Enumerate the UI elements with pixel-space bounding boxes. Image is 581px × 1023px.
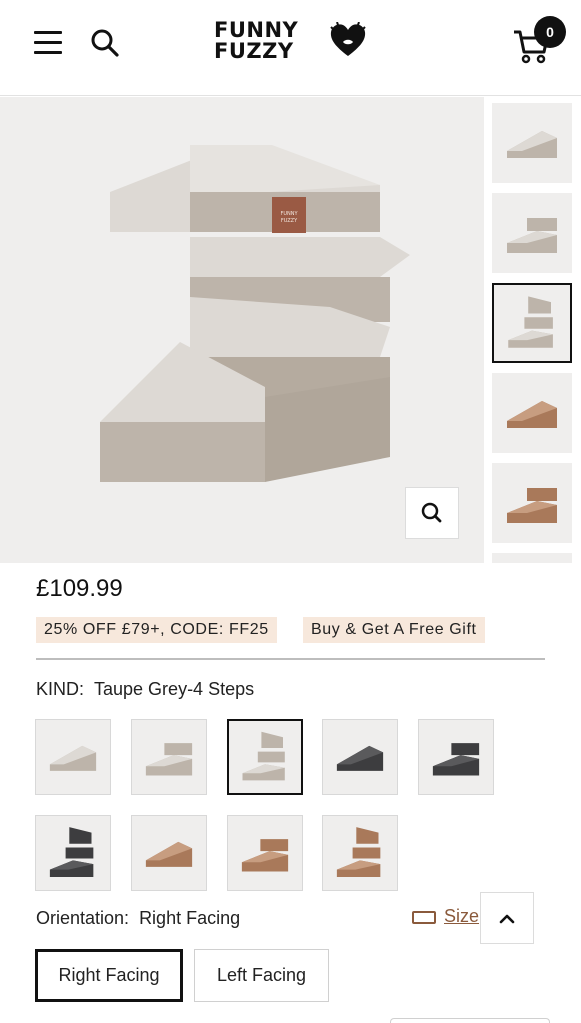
promo-code-badge: 25% OFF £79+, CODE: FF25 — [36, 617, 277, 643]
kind-swatch-taupe-3[interactable] — [131, 719, 207, 795]
kind-swatch-brown-3[interactable] — [227, 815, 303, 891]
kind-selected-value: Taupe Grey-4 Steps — [94, 679, 255, 699]
kind-label: KIND: Taupe Grey-4 Steps — [36, 679, 254, 700]
ruler-icon — [412, 910, 436, 924]
thumbnail-2[interactable] — [492, 193, 572, 273]
thumbnail-6[interactable] — [492, 553, 572, 563]
orientation-left-facing-button[interactable]: Left Facing — [194, 949, 329, 1002]
divider — [36, 658, 545, 660]
kind-swatch-charcoal-3[interactable] — [418, 719, 494, 795]
zoom-button[interactable] — [405, 487, 459, 539]
chevron-up-icon — [499, 914, 515, 924]
badge-line-2: FUZZY — [281, 218, 298, 224]
thumbnail-4[interactable] — [492, 373, 572, 453]
site-header: FUNNY FUZZY 0 — [0, 0, 581, 96]
orientation-right-facing-button[interactable]: Right Facing — [35, 949, 183, 1002]
pet-stairs-image: FUNNY FUZZY — [100, 145, 410, 482]
kind-label-title: KIND: — [36, 679, 85, 699]
size-chart-text-start: Size — [444, 906, 480, 926]
badge-line-1: FUNNY — [280, 211, 298, 217]
orientation-label-title: Orientation: — [36, 908, 130, 928]
thumbnail-strip — [484, 97, 581, 563]
orientation-selected-value: Right Facing — [139, 908, 241, 928]
free-gift-badge: Buy & Get A Free Gift — [303, 617, 485, 643]
product-price: £109.99 — [36, 575, 123, 602]
quantity-selector-partial[interactable] — [390, 1018, 550, 1023]
kind-swatch-charcoal-2[interactable] — [322, 719, 398, 795]
orientation-label: Orientation: Right Facing — [36, 908, 240, 929]
search-icon[interactable] — [90, 28, 120, 58]
kind-swatch-charcoal-4[interactable] — [35, 815, 111, 891]
cart-count-badge[interactable]: 0 — [534, 16, 566, 48]
zoom-icon — [421, 502, 442, 523]
heart-logo-icon — [328, 21, 368, 58]
kind-swatch-taupe-2[interactable] — [35, 719, 111, 795]
thumbnail-5[interactable] — [492, 463, 572, 543]
brand-logo[interactable]: FUNNY FUZZY — [214, 20, 374, 70]
scroll-to-top-button[interactable] — [480, 892, 534, 944]
kind-swatch-brown-4[interactable] — [322, 815, 398, 891]
menu-icon[interactable] — [34, 31, 62, 55]
thumbnail-1[interactable] — [492, 103, 572, 183]
thumbnail-3[interactable] — [492, 283, 572, 363]
kind-swatch-brown-2[interactable] — [131, 815, 207, 891]
kind-swatch-taupe-4[interactable] — [227, 719, 303, 795]
